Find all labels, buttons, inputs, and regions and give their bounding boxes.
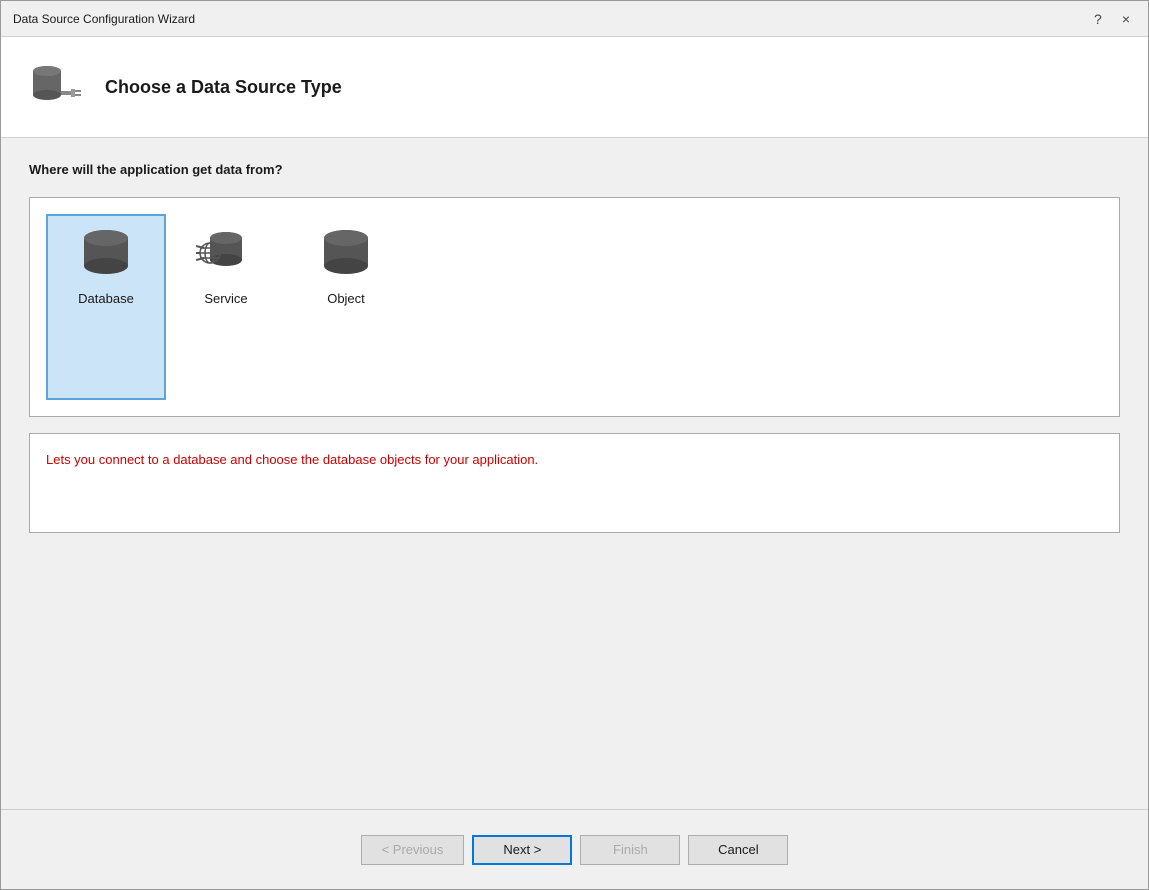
database-icon [76,228,136,283]
description-text: Lets you connect to a database and choos… [46,452,538,467]
help-button[interactable]: ? [1088,10,1108,28]
cancel-button[interactable]: Cancel [688,835,788,865]
service-icon [196,228,256,283]
description-panel: Lets you connect to a database and choos… [29,433,1120,533]
option-service-label: Service [204,291,247,306]
option-database[interactable]: Database [46,214,166,400]
option-database-label: Database [78,291,134,306]
option-object[interactable]: Object [286,214,406,400]
section-question: Where will the application get data from… [29,162,1120,177]
wizard-footer: < Previous Next > Finish Cancel [1,809,1148,889]
wizard-dialog: Data Source Configuration Wizard ? × [0,0,1149,890]
next-button[interactable]: Next > [472,835,572,865]
wizard-header: Choose a Data Source Type [1,37,1148,138]
previous-button[interactable]: < Previous [361,835,465,865]
option-object-label: Object [327,291,365,306]
finish-button[interactable]: Finish [580,835,680,865]
option-service[interactable]: Service [166,214,286,400]
selection-panel: Database [29,197,1120,417]
title-bar: Data Source Configuration Wizard ? × [1,1,1148,37]
title-bar-text: Data Source Configuration Wizard [13,12,195,26]
close-button[interactable]: × [1116,10,1136,28]
header-icon [25,57,85,117]
object-icon [316,228,376,283]
title-bar-controls: ? × [1088,10,1136,28]
wizard-content: Where will the application get data from… [1,138,1148,809]
datasource-icon [25,57,85,117]
header-title: Choose a Data Source Type [105,77,342,98]
